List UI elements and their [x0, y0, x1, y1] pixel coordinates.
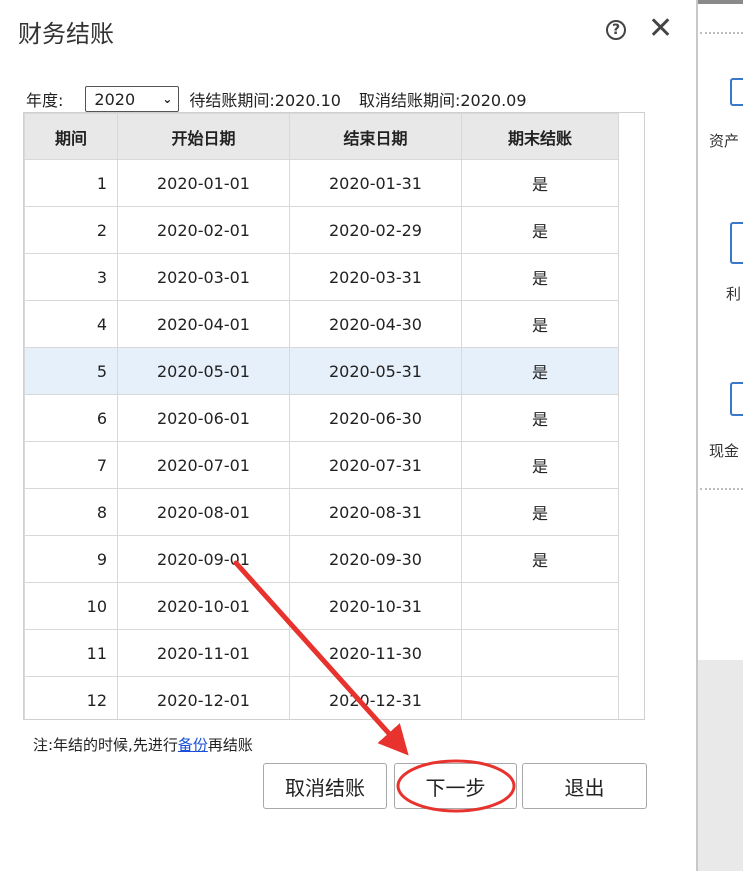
year-end-note: 注:年结的时候,先进行备份再结账 — [33, 734, 253, 755]
table-row[interactable]: 6 2020-06-01 2020-06-30 是 — [24, 394, 619, 442]
cell-period: 6 — [24, 394, 118, 442]
year-select[interactable]: 2020 ⌄ — [85, 86, 180, 112]
table-row[interactable]: 12 2020-12-01 2020-12-31 — [24, 676, 619, 719]
background-app-footer — [698, 660, 743, 871]
year-value: 2020 — [94, 89, 136, 109]
cell-closed: 是 — [461, 253, 619, 301]
table-row[interactable]: 11 2020-11-01 2020-11-30 — [24, 629, 619, 677]
cell-start-date: 2020-08-01 — [117, 488, 290, 536]
column-header-period[interactable]: 期间 — [24, 113, 118, 160]
cell-end-date: 2020-04-30 — [289, 300, 462, 348]
cell-period: 8 — [24, 488, 118, 536]
cell-end-date: 2020-06-30 — [289, 394, 462, 442]
cell-end-date: 2020-03-31 — [289, 253, 462, 301]
cell-closed: 是 — [461, 535, 619, 583]
cancel-closing-button[interactable]: 取消结账 — [263, 763, 387, 809]
background-item-assets[interactable]: 资产 — [709, 130, 739, 151]
cell-closed: 是 — [461, 347, 619, 395]
table-row[interactable]: 8 2020-08-01 2020-08-31 是 — [24, 488, 619, 536]
pending-period-text: 待结账期间:2020.10 — [189, 91, 341, 110]
table-row[interactable]: 9 2020-09-01 2020-09-30 是 — [24, 535, 619, 583]
financial-closing-dialog: 财务结账 ? ✕ 年度: 2020 ⌄ 待结账期间:2020.10 取消结账期间… — [0, 0, 698, 871]
chevron-down-icon: ⌄ — [162, 92, 173, 106]
cell-period: 10 — [24, 582, 118, 630]
background-item-cash[interactable]: 现金 — [709, 440, 739, 461]
cell-end-date: 2020-02-29 — [289, 206, 462, 254]
cell-period: 9 — [24, 535, 118, 583]
year-label: 年度: — [26, 91, 64, 110]
cell-closed: 是 — [461, 488, 619, 536]
cell-end-date: 2020-08-31 — [289, 488, 462, 536]
cell-start-date: 2020-01-01 — [117, 159, 290, 207]
cell-start-date: 2020-11-01 — [117, 629, 290, 677]
backup-link[interactable]: 备份 — [178, 736, 208, 754]
cell-closed: 是 — [461, 159, 619, 207]
cell-closed: 是 — [461, 394, 619, 442]
cell-closed: 是 — [461, 300, 619, 348]
column-header-start-date[interactable]: 开始日期 — [117, 113, 290, 160]
cell-closed: 是 — [461, 441, 619, 489]
cell-closed — [461, 582, 619, 630]
background-item-profit[interactable]: 利 — [726, 283, 741, 304]
table-header-row: 期间 开始日期 结束日期 期末结账 — [24, 113, 619, 160]
periods-table-container[interactable]: 期间 开始日期 结束日期 期末结账 1 2020-01-01 2020-01-31 是… — [23, 112, 645, 720]
cell-end-date: 2020-10-31 — [289, 582, 462, 630]
cell-start-date: 2020-05-01 — [117, 347, 290, 395]
cell-period: 11 — [24, 629, 118, 677]
column-header-closed[interactable]: 期末结账 — [461, 113, 619, 160]
table-row[interactable]: 1 2020-01-01 2020-01-31 是 — [24, 159, 619, 207]
cell-start-date: 2020-03-01 — [117, 253, 290, 301]
table-row[interactable]: 10 2020-10-01 2020-10-31 — [24, 582, 619, 630]
period-toolbar: 年度: 2020 ⌄ 待结账期间:2020.10 取消结账期间:2020.09 — [26, 86, 527, 112]
question-circle-icon[interactable]: ? — [606, 20, 626, 40]
cell-end-date: 2020-07-31 — [289, 441, 462, 489]
table-row[interactable]: 4 2020-04-01 2020-04-30 是 — [24, 300, 619, 348]
cell-end-date: 2020-11-30 — [289, 629, 462, 677]
background-report-icon[interactable] — [730, 382, 743, 416]
close-icon[interactable]: ✕ — [648, 12, 673, 46]
note-suffix: 再结账 — [207, 736, 253, 754]
cancel-period-text: 取消结账期间:2020.09 — [358, 91, 527, 110]
note-prefix: 注:年结的时候,先进行 — [33, 736, 178, 754]
cell-closed — [461, 629, 619, 677]
cell-period: 7 — [24, 441, 118, 489]
background-report-icon[interactable] — [730, 78, 743, 106]
background-report-icon[interactable] — [730, 222, 743, 264]
cell-start-date: 2020-10-01 — [117, 582, 290, 630]
cell-period: 4 — [24, 300, 118, 348]
background-app-topbar — [698, 0, 743, 4]
cell-end-date: 2020-09-30 — [289, 535, 462, 583]
next-step-button[interactable]: 下一步 — [394, 763, 517, 809]
periods-table: 期间 开始日期 结束日期 期末结账 1 2020-01-01 2020-01-31 是… — [24, 113, 619, 719]
cell-period: 3 — [24, 253, 118, 301]
cell-start-date: 2020-04-01 — [117, 300, 290, 348]
table-row[interactable]: 7 2020-07-01 2020-07-31 是 — [24, 441, 619, 489]
cell-closed — [461, 676, 619, 719]
cell-start-date: 2020-09-01 — [117, 535, 290, 583]
cell-closed: 是 — [461, 206, 619, 254]
cell-start-date: 2020-12-01 — [117, 676, 290, 719]
cell-end-date: 2020-12-31 — [289, 676, 462, 719]
cell-period: 5 — [24, 347, 118, 395]
cell-end-date: 2020-01-31 — [289, 159, 462, 207]
cell-period: 1 — [24, 159, 118, 207]
table-row[interactable]: 2 2020-02-01 2020-02-29 是 — [24, 206, 619, 254]
cell-start-date: 2020-06-01 — [117, 394, 290, 442]
dialog-title: 财务结账 — [18, 20, 114, 48]
column-header-end-date[interactable]: 结束日期 — [289, 113, 462, 160]
table-row-selected[interactable]: 5 2020-05-01 2020-05-31 是 — [24, 347, 619, 395]
cell-period: 2 — [24, 206, 118, 254]
background-divider — [700, 32, 743, 34]
cell-end-date: 2020-05-31 — [289, 347, 462, 395]
table-row[interactable]: 3 2020-03-01 2020-03-31 是 — [24, 253, 619, 301]
background-divider — [700, 488, 743, 490]
exit-button[interactable]: 退出 — [522, 763, 647, 809]
cell-start-date: 2020-07-01 — [117, 441, 290, 489]
cell-period: 12 — [24, 676, 118, 719]
cell-start-date: 2020-02-01 — [117, 206, 290, 254]
